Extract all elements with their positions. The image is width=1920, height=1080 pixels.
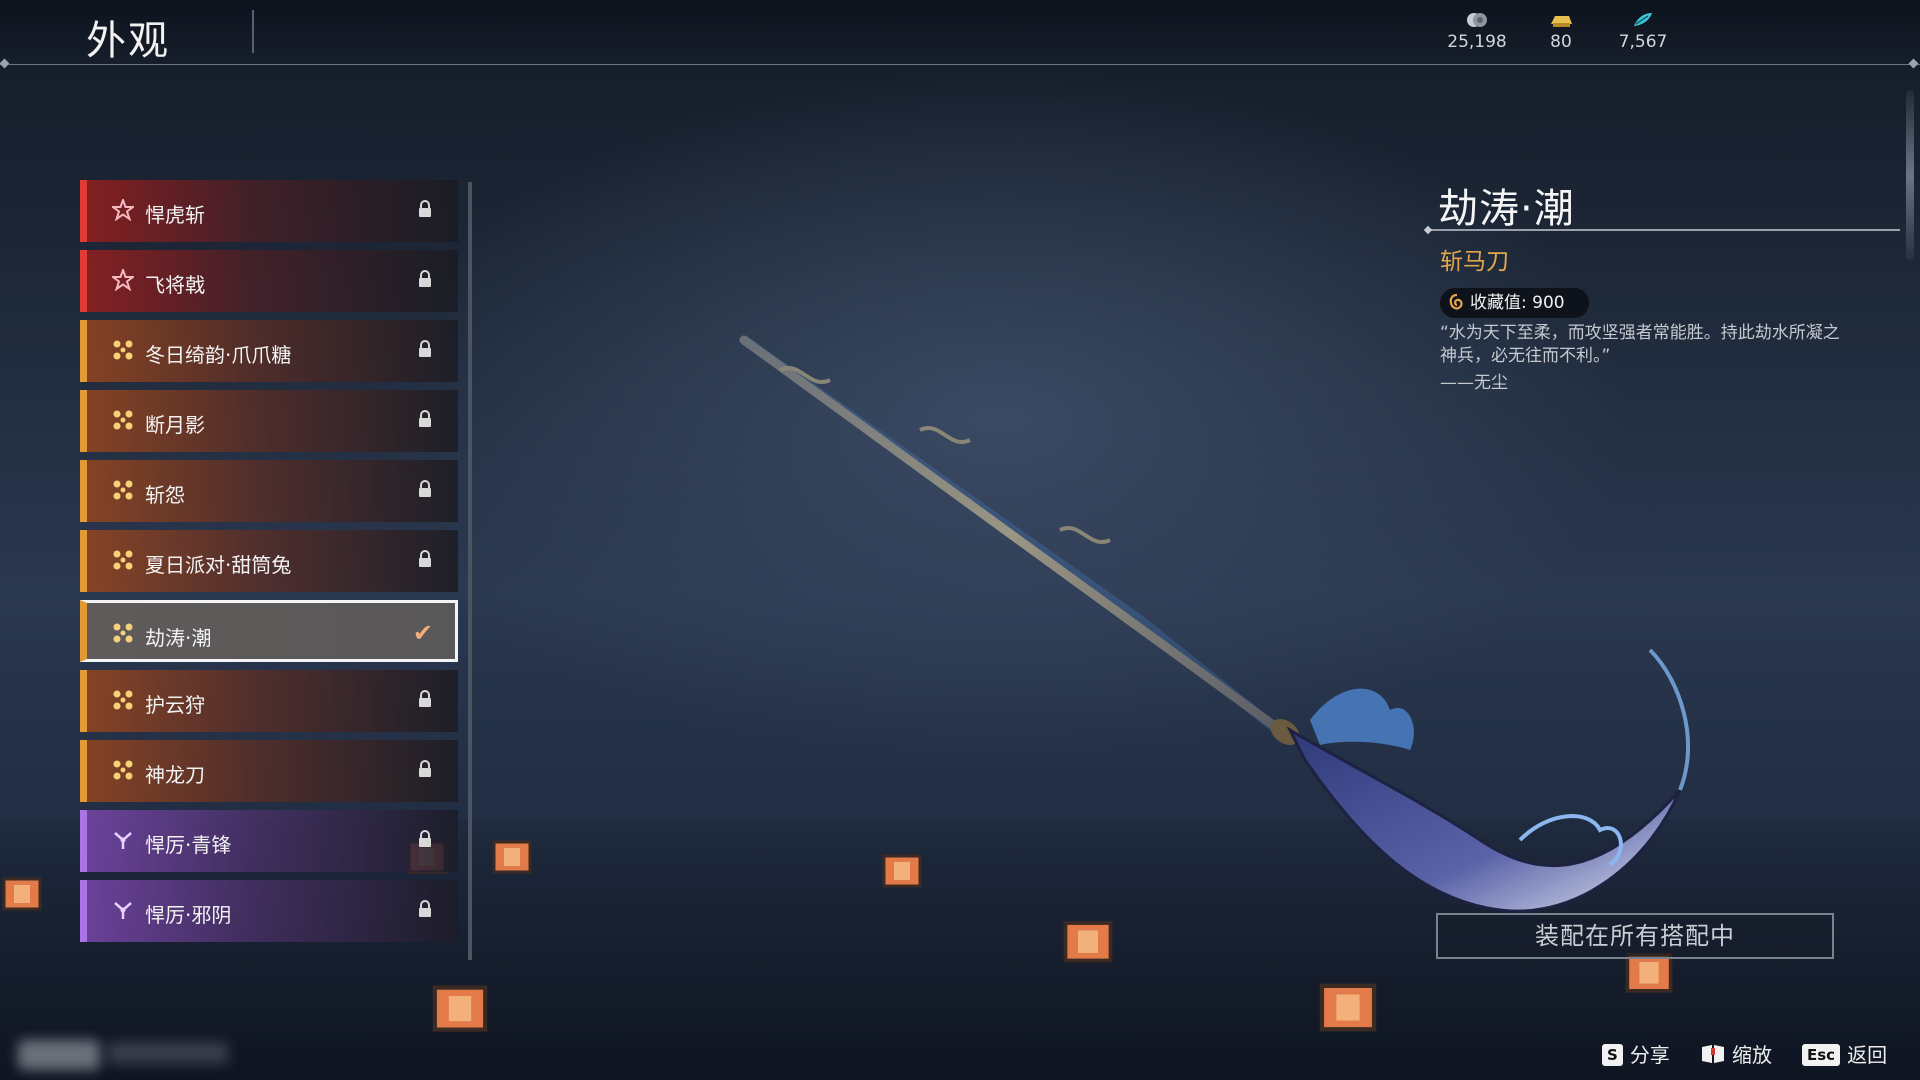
skin-list[interactable]: 悍虎斩 ✔ 飞将戟 ✔ 冬日绮韵·爪爪糖 ✔ 断月影 ✔ 斩怨 ✔ 夏日派对·甜…	[80, 180, 460, 960]
currency-gold: 80	[1516, 10, 1606, 52]
collection-value: 900	[1532, 293, 1565, 313]
item-label: 断月影	[145, 413, 205, 437]
item-label: 悍厉·青锋	[145, 833, 232, 857]
feather-ticket-icon	[1634, 13, 1652, 26]
item-label: 飞将戟	[145, 273, 205, 297]
item-label: 夏日派对·甜筒兔	[145, 553, 292, 577]
collection-label: 收藏值:	[1470, 293, 1527, 313]
lock-icon	[419, 480, 431, 497]
key-s: S	[1602, 1044, 1623, 1066]
cross-flower-icon	[113, 760, 133, 780]
lock-icon	[419, 760, 431, 777]
page-title: 外观	[86, 18, 170, 64]
weapon-quote: “水为天下至柔，而攻坚强者常能胜。持此劫水所凝之神兵，必无往而不利。”	[1440, 323, 1840, 366]
item-label: 悍虎斩	[145, 203, 205, 227]
item-label: 斩怨	[145, 483, 185, 507]
share-hint[interactable]: S 分享	[1602, 1042, 1670, 1068]
divider-ornament	[0, 58, 10, 69]
check-icon: ✔	[412, 619, 433, 647]
item-label: 冬日绮韵·爪爪糖	[145, 343, 292, 367]
list-item[interactable]: 断月影 ✔	[80, 390, 458, 452]
item-label: 悍厉·邪阴	[145, 903, 232, 927]
blurred-element	[108, 1042, 228, 1064]
lock-icon	[419, 830, 431, 847]
list-item[interactable]: 斩怨 ✔	[80, 460, 458, 522]
lantern-icon	[1319, 983, 1377, 1032]
silver-coin-icon	[1467, 13, 1487, 27]
share-label: 分享	[1629, 1043, 1670, 1067]
underline-ornament	[1423, 225, 1433, 235]
title-underline	[1428, 229, 1900, 231]
list-item[interactable]: 悍虎斩 ✔	[80, 180, 458, 242]
weapon-name: 劫涛·潮	[1438, 186, 1575, 232]
currency-value: 25,198	[1447, 32, 1507, 52]
lock-icon	[419, 270, 431, 287]
equip-all-button[interactable]: 装配在所有搭配中	[1436, 913, 1834, 959]
title-divider	[252, 10, 254, 53]
currency-feather: 7,567	[1598, 10, 1688, 52]
lantern-icon	[492, 840, 532, 874]
list-item[interactable]: 飞将戟 ✔	[80, 250, 458, 312]
back-label: 返回	[1847, 1043, 1888, 1067]
weapon-type: 斩马刀	[1440, 249, 1509, 275]
lock-icon	[419, 690, 431, 707]
collection-badge: 收藏值: 900	[1440, 288, 1589, 318]
lantern-icon	[2, 877, 42, 911]
mouse-icon	[1702, 1045, 1724, 1063]
cross-flower-icon	[113, 623, 133, 643]
collection-icon	[1449, 293, 1463, 310]
list-item[interactable]: 护云狩 ✔	[80, 670, 458, 732]
lock-icon	[419, 410, 431, 427]
currency-value: 7,567	[1618, 32, 1668, 52]
list-item-selected[interactable]: 劫涛·潮 ✔	[80, 600, 458, 662]
zoom-label: 缩放	[1732, 1043, 1772, 1067]
star-flower-icon	[112, 199, 134, 221]
currency-value: 80	[1550, 32, 1572, 52]
currency-silver: 25,198	[1432, 10, 1522, 52]
cross-flower-icon	[113, 410, 133, 430]
trefoil-icon	[114, 902, 132, 919]
item-label: 劫涛·潮	[145, 626, 212, 650]
cross-flower-icon	[113, 690, 133, 710]
list-item[interactable]: 冬日绮韵·爪爪糖 ✔	[80, 320, 458, 382]
blurred-element	[18, 1040, 100, 1070]
list-item[interactable]: 神龙刀 ✔	[80, 740, 458, 802]
back-hint[interactable]: Esc 返回	[1802, 1042, 1887, 1068]
lock-icon	[419, 550, 431, 567]
item-label: 护云狩	[145, 693, 205, 717]
list-scrollbar[interactable]	[468, 182, 472, 960]
cross-flower-icon	[113, 480, 133, 500]
divider-ornament	[1908, 58, 1919, 69]
lock-icon	[419, 200, 431, 217]
lock-icon	[419, 340, 431, 357]
list-item[interactable]: 悍厉·青锋 ✔	[80, 810, 458, 872]
quote-author: ——无尘	[1440, 373, 1508, 393]
weapon-model[interactable]	[720, 320, 1770, 940]
star-flower-icon	[112, 269, 134, 291]
cross-flower-icon	[113, 550, 133, 570]
gold-ingot-icon	[1551, 16, 1572, 27]
list-item[interactable]: 夏日派对·甜筒兔 ✔	[80, 530, 458, 592]
key-esc: Esc	[1802, 1044, 1841, 1066]
zoom-hint[interactable]: 缩放	[1700, 1042, 1772, 1068]
item-label: 神龙刀	[145, 763, 205, 787]
list-item[interactable]: 悍厉·邪阴 ✔	[80, 880, 458, 942]
lock-icon	[419, 900, 431, 917]
lantern-icon	[432, 985, 488, 1032]
side-scroll-indicator	[1906, 90, 1914, 260]
trefoil-icon	[114, 832, 132, 849]
cross-flower-icon	[113, 340, 133, 360]
